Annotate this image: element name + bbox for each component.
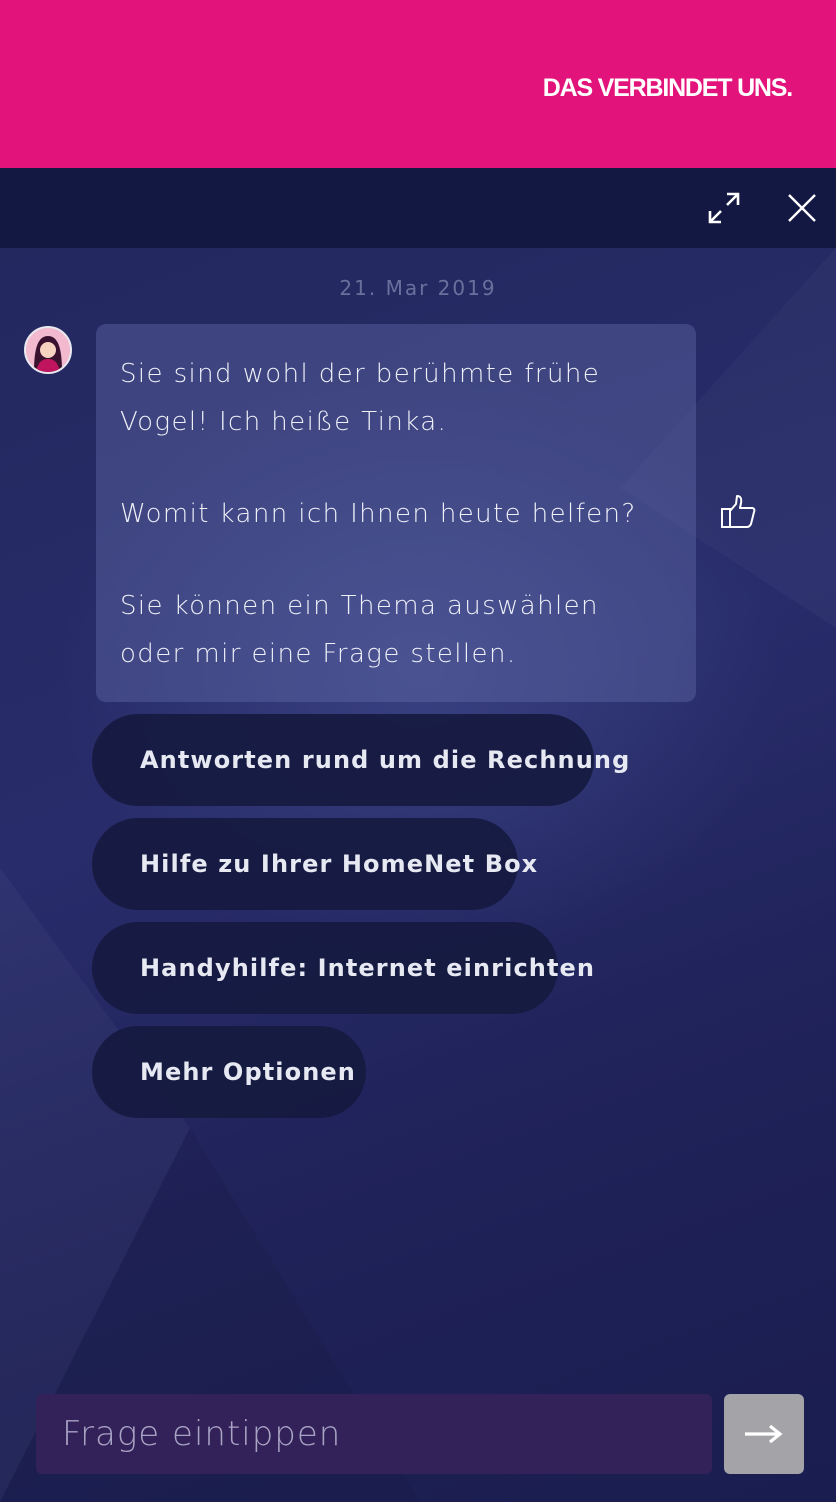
arrow-right-icon bbox=[745, 1424, 783, 1444]
chat-conversation[interactable]: 21. Mar 2019 Sie sind wohl der berühmte … bbox=[0, 248, 836, 1502]
bot-message-paragraph: Sie sind wohl der berühmte frühe Vogel! … bbox=[120, 359, 601, 437]
brand-slogan: DAS VERBINDET UNS. bbox=[542, 74, 793, 102]
bot-message-paragraph: Womit kann ich Ihnen heute helfen? bbox=[120, 499, 637, 529]
bot-message-paragraph: Sie können ein Thema auswählen oder mir … bbox=[120, 591, 599, 669]
bot-message-bubble: Sie sind wohl der berühmte frühe Vogel! … bbox=[96, 324, 696, 702]
chat-window-header bbox=[0, 168, 836, 248]
close-icon bbox=[788, 194, 816, 222]
thumbs-up-icon bbox=[721, 495, 756, 528]
bot-avatar bbox=[24, 326, 72, 374]
close-button[interactable] bbox=[778, 184, 826, 232]
like-button[interactable] bbox=[716, 490, 760, 534]
expand-button[interactable] bbox=[700, 184, 748, 232]
quick-reply-button[interactable]: Antworten rund um die Rechnung bbox=[92, 714, 629, 806]
message-date: 21. Mar 2019 bbox=[339, 276, 497, 300]
quick-reply-button[interactable]: Hilfe zu Ihrer HomeNet Box bbox=[92, 818, 537, 910]
brand-header: DAS VERBINDET UNS. bbox=[0, 0, 836, 168]
send-button[interactable] bbox=[724, 1394, 804, 1474]
quick-reply-button[interactable]: Handyhilfe: Internet einrichten bbox=[92, 922, 594, 1014]
expand-icon bbox=[708, 192, 740, 224]
question-input[interactable] bbox=[36, 1394, 712, 1474]
more-options-button[interactable]: Mehr Optionen bbox=[92, 1026, 366, 1118]
